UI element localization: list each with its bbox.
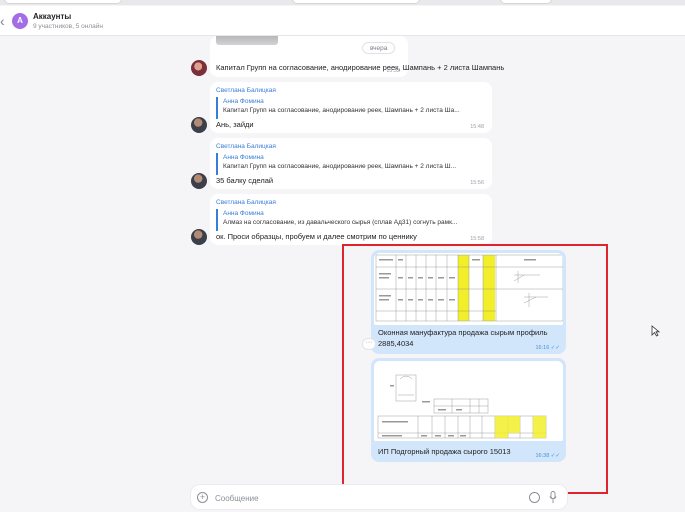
quote-text: Капитал Групп на согласование, анодирова… xyxy=(223,163,457,170)
message-time: 15:58 xyxy=(470,236,484,242)
reply-quote[interactable]: Анна Фомина Капитал Групп на согласовани… xyxy=(216,153,486,175)
table-image[interactable] xyxy=(374,361,563,441)
message-text-line: 2885,4034 xyxy=(378,339,414,348)
reply-quote[interactable]: Анна Фомина Алмаз на согласование, из да… xyxy=(216,209,486,231)
chat-avatar[interactable]: A xyxy=(12,13,28,29)
message-text-line: Оконная мануфактура продажа сырым профил… xyxy=(378,328,548,337)
user-avatar[interactable] xyxy=(191,229,207,245)
outgoing-message[interactable]: ИП Подгорный продажа сырого 15013 16:38 … xyxy=(371,358,566,462)
message-author[interactable]: Светлана Балицкая xyxy=(216,199,276,206)
user-avatar[interactable] xyxy=(191,60,207,76)
message-text: Ань, зайди xyxy=(216,120,254,129)
message-bubble[interactable]: Светлана Балицкая Анна Фомина Алмаз на с… xyxy=(210,194,492,245)
message-bubble[interactable]: Светлана Балицкая Анна Фомина Капитал Гр… xyxy=(210,82,492,133)
more-options-icon[interactable]: ··· xyxy=(362,338,376,350)
mouse-cursor-icon xyxy=(651,325,660,337)
user-avatar[interactable] xyxy=(191,117,207,133)
message-text: ок. Проси образцы, пробуем и далее смотр… xyxy=(216,232,417,241)
chat-title[interactable]: Аккаунты xyxy=(33,12,71,21)
table-image[interactable] xyxy=(374,253,563,325)
message-composer: + xyxy=(190,484,568,510)
message-text: Капитал Групп на согласование, анодирова… xyxy=(216,63,505,72)
quote-author: Анна Фомина xyxy=(223,98,264,105)
microphone-icon[interactable] xyxy=(549,491,557,504)
date-chip: вчера xyxy=(362,42,396,54)
outgoing-message[interactable]: Оконная мануфактура продажа сырым профил… xyxy=(371,250,566,354)
top-tab[interactable] xyxy=(500,0,552,4)
photo-thumbnail[interactable] xyxy=(216,36,278,45)
attach-icon[interactable]: + xyxy=(197,492,208,503)
user-avatar[interactable] xyxy=(191,173,207,189)
chat-subtitle: 9 участников, 5 онлайн xyxy=(33,23,103,30)
emoji-icon[interactable] xyxy=(529,492,540,503)
message-time: 15:48 xyxy=(470,124,484,130)
message-time: 16:38 ✓✓ xyxy=(535,453,560,459)
quote-text: Алмаз на согласование, из давальческого … xyxy=(223,219,458,226)
quote-text: Капитал Групп на согласование, анодирова… xyxy=(223,107,460,114)
message-text: 35 балку сделай xyxy=(216,176,274,185)
message-time: 13:32 xyxy=(386,68,400,74)
quote-author: Анна Фомина xyxy=(223,210,264,217)
message-text-line: ИП Подгорный продажа сырого 15013 xyxy=(378,447,511,456)
message-author[interactable]: Светлана Балицкая xyxy=(216,87,276,94)
top-window-strip xyxy=(0,0,685,5)
message-time: 15:56 xyxy=(470,180,484,186)
message-input[interactable] xyxy=(215,491,515,505)
top-tab[interactable] xyxy=(292,0,420,4)
message-author[interactable]: Светлана Балицкая xyxy=(216,143,276,150)
reply-quote[interactable]: Анна Фомина Капитал Групп на согласовани… xyxy=(216,97,486,119)
quote-author: Анна Фомина xyxy=(223,154,264,161)
message-time: 16:16 ✓✓ xyxy=(535,345,560,351)
message-bubble[interactable]: Светлана Балицкая Анна Фомина Капитал Гр… xyxy=(210,138,492,189)
top-tab[interactable] xyxy=(4,0,122,4)
chat-header: ‹ A Аккаунты 9 участников, 5 онлайн xyxy=(0,6,685,36)
back-icon[interactable]: ‹ xyxy=(0,13,10,29)
